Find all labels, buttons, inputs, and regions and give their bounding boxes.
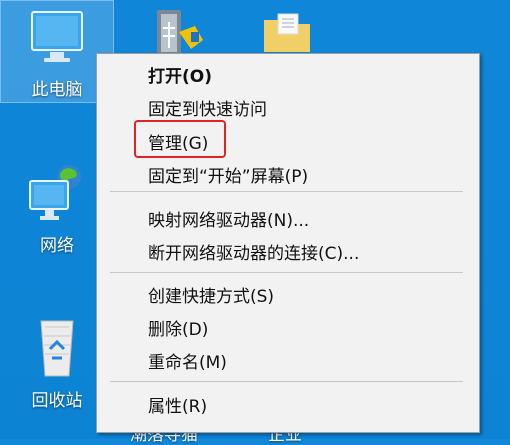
menu-item-create-shortcut[interactable]: 创建快捷方式(S): [148, 287, 274, 307]
computer-icon: [31, 11, 83, 62]
menu-item-pin-quick-access[interactable]: 固定到快速访问: [148, 100, 267, 120]
this-pc-label: 此电脑: [31, 80, 83, 100]
recycle-bin-label: 回收站: [31, 391, 83, 411]
network-icon: [29, 165, 81, 220]
menu-item-rename[interactable]: 重命名(M): [148, 353, 227, 373]
network-label: 网络: [40, 236, 74, 256]
menu-separator: [110, 272, 463, 273]
menu-separator: [110, 381, 463, 382]
context-menu: 打开(O) 固定到快速访问 管理(G) 固定到“开始”屏幕(P) 映射网络驱动器…: [96, 53, 480, 433]
menu-item-map-network-drive[interactable]: 映射网络驱动器(N)...: [148, 211, 309, 231]
manage-highlight-box: [134, 120, 226, 158]
menu-item-disconnect-network-drive[interactable]: 断开网络驱动器的连接(C)...: [148, 244, 359, 264]
menu-item-open[interactable]: 打开(O): [148, 67, 212, 87]
software-center-icon: [157, 10, 203, 56]
recycle-bin-shortcut[interactable]: 回收站: [14, 316, 100, 410]
menu-separator: [110, 191, 463, 192]
network-shortcut[interactable]: 网络: [14, 160, 100, 255]
this-pc-shortcut[interactable]: 此电脑: [14, 8, 100, 99]
recycle-bin-icon: [40, 320, 74, 377]
menu-item-delete[interactable]: 删除(D): [148, 320, 208, 340]
menu-item-pin-start[interactable]: 固定到“开始”屏幕(P): [148, 167, 308, 187]
menu-item-properties[interactable]: 属性(R): [148, 397, 207, 417]
